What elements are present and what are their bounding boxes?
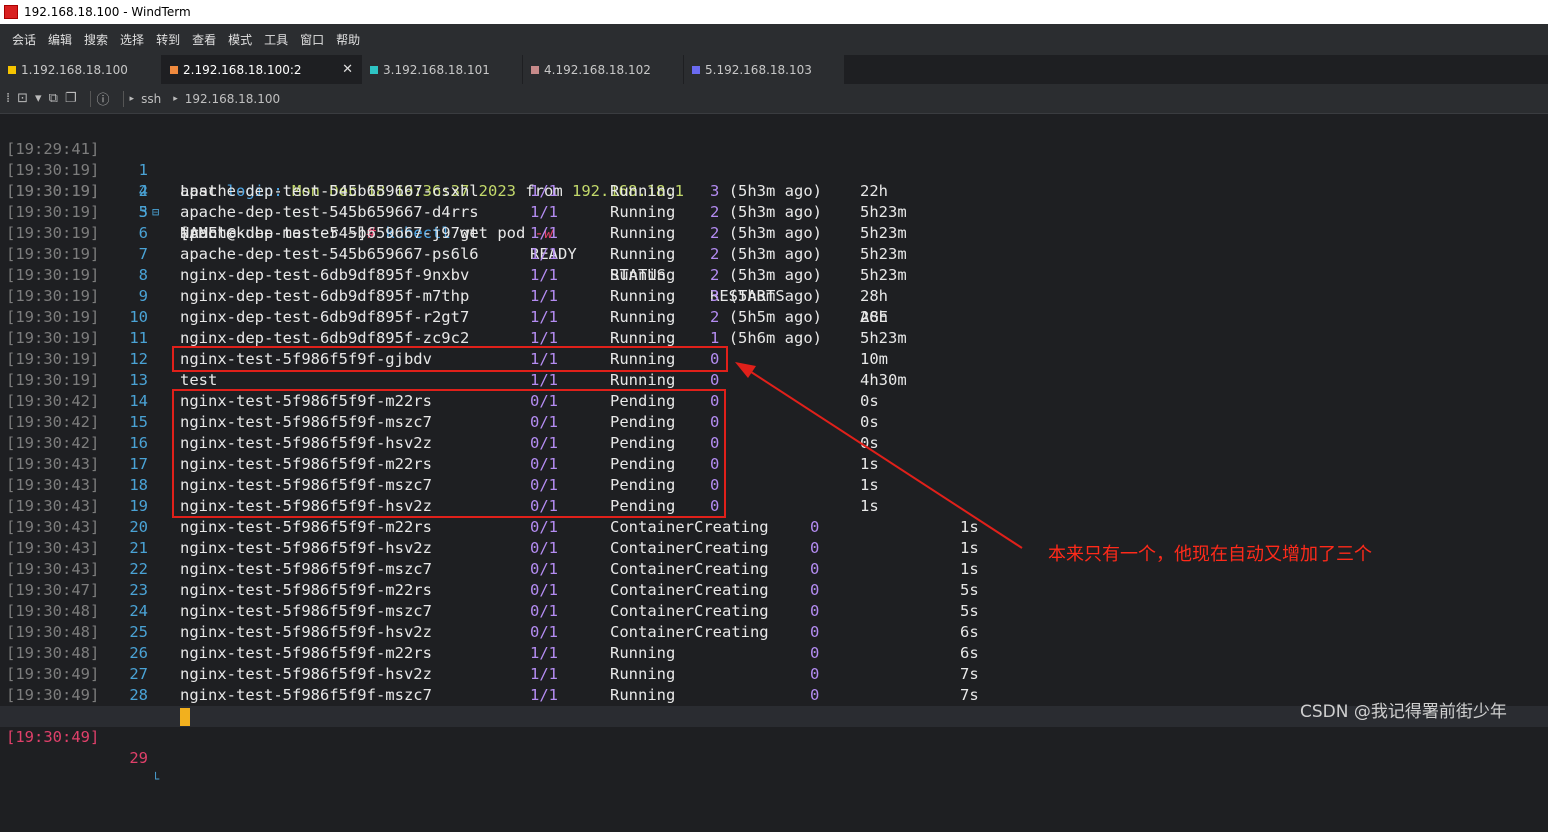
timestamp: [19:30:49] [6,728,100,746]
fold-end-icon: └ [152,772,160,786]
watermark: CSDN @我记得署前街少年 [1300,702,1507,722]
annotation-arrow [735,362,1023,549]
annotation-note: 本来只有一个，他现在自动又增加了三个 [1048,544,1372,565]
line-number: 29 [129,749,148,767]
